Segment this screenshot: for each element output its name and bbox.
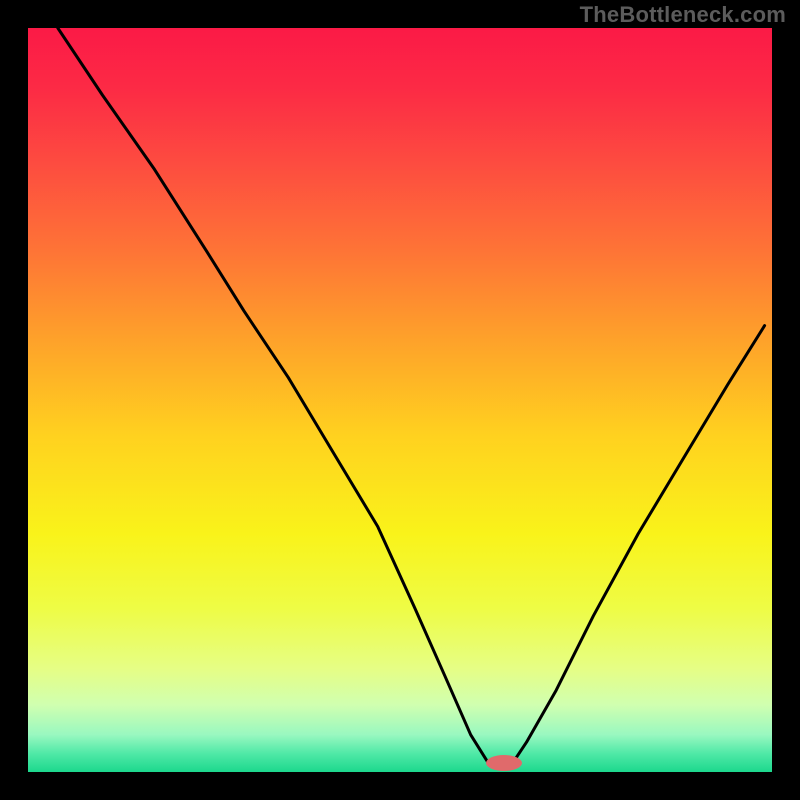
plot-area <box>28 28 772 772</box>
chart-frame: TheBottleneck.com <box>0 0 800 800</box>
plot-svg <box>28 28 772 772</box>
gradient-background <box>28 28 772 772</box>
optimal-point-marker <box>486 755 522 771</box>
watermark-text: TheBottleneck.com <box>580 2 786 28</box>
